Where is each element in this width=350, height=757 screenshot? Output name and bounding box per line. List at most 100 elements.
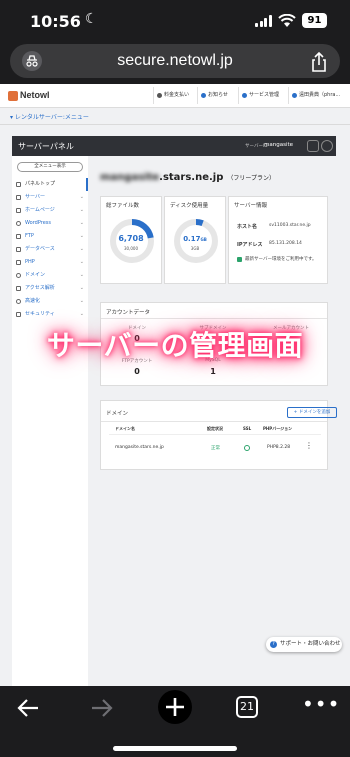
divider [109,434,321,435]
support-button[interactable]: ? サポート・お問い合わせ [266,637,342,652]
notices-button[interactable]: お知らせ [197,87,228,104]
sidebar-item-domain[interactable]: ドメイン ⌄ [12,269,88,282]
help-icon[interactable] [321,140,333,152]
php-version-cell: PHP8.2.28 [267,445,291,450]
sidebar: 全メニュー表示 パネルトップ サーバー ⌄ ホームページ ⌄ WordPress ⌄ … [12,156,88,686]
chevron-down-icon: ⌄ [79,246,84,252]
page-icon [16,208,21,213]
service-management-button[interactable]: サービス管理 [238,87,279,104]
url-text[interactable]: secure.netowl.jp [10,52,340,70]
divider [101,318,327,319]
ftp-account-count: 0 [134,367,140,376]
forward-arrow-icon[interactable] [90,698,114,718]
sidebar-item-security[interactable]: セキュリティ ⌄ [12,308,88,321]
more-menu-icon[interactable]: ••• [302,692,340,716]
domain-status-cell: 正常 [211,446,220,451]
panel-title: サーバーパネル [18,142,74,151]
host-value: sv11003.star.ne.jp [269,223,311,228]
more-options-icon[interactable]: ⋮ [305,442,313,450]
focus-moon-icon: ☾ [85,11,98,27]
server-info-card: サーバー情報 ホスト名 sv11003.star.ne.jp IPアドレス 85… [228,196,328,284]
billing-button[interactable]: 料金支払い [153,87,189,104]
ip-value: 85.131.208.14 [269,241,302,246]
divider [0,124,350,125]
card-title: ドメイン [106,411,129,417]
ssl-status-icon [244,445,250,451]
wifi-icon [278,14,296,27]
page-title: mangasite.stars.ne.jp （フリープラン） [100,172,276,183]
browser-top-bar: 10:56 ☾ 91 secure.netowl.jp [0,0,350,84]
folder-icon[interactable] [307,140,319,152]
main-content: mangasite.stars.ne.jp （フリープラン） 総ファイル数 6,7… [92,156,337,686]
server-status-text: 最新サーバー環境をご利用中です。 [245,257,317,262]
column-header: SSL [243,426,252,431]
site-header: Netowl 料金支払い お知らせ サービス管理 遠田貴典（phra... [0,84,350,108]
chevron-down-icon: ⌄ [79,272,84,278]
add-domain-button[interactable]: + ドメインを追加 [287,407,337,418]
code-icon [16,260,21,265]
cellular-signal-icon [255,15,272,27]
back-arrow-icon[interactable] [16,698,40,718]
sidebar-item-ftp[interactable]: FTP ⌄ [12,230,88,243]
show-all-menu-button[interactable]: 全メニュー表示 [17,162,83,172]
file-count-card: 総ファイル数 6,708 30,000 [100,196,162,284]
wordpress-icon [16,221,21,226]
card-title: ディスク使用量 [170,203,209,209]
shield-icon [16,312,21,317]
sidebar-item-database[interactable]: データベース ⌄ [12,243,88,256]
card-title: アカウントデータ [106,310,151,316]
overlay-caption: サーバーの管理画面 [46,329,304,362]
chevron-down-icon: ⌄ [79,285,84,291]
owl-logo-icon [8,91,18,101]
server-icon [16,195,21,200]
account-button[interactable]: 遠田貴典（phra... [288,87,340,104]
sidebar-item-analytics[interactable]: アクセス解析 ⌄ [12,282,88,295]
column-header: PHPバージョン [263,426,293,431]
sidebar-item-panel-top[interactable]: パネルトップ [12,178,88,191]
chevron-down-icon: ⌄ [79,298,84,304]
sidebar-item-speed[interactable]: 高速化 ⌄ [12,295,88,308]
chevron-down-icon: ⌄ [79,233,84,239]
speed-icon [16,299,21,304]
status-time: 10:56 [30,12,81,31]
disk-usage-value: 0.17GB [183,235,207,243]
home-icon [16,182,21,187]
globe-icon [16,273,21,278]
sidebar-item-homepage[interactable]: ホームページ ⌄ [12,204,88,217]
disk-usage-max: 3GB [190,246,200,251]
file-count-max: 30,000 [124,246,138,251]
web-page: Netowl 料金支払い お知らせ サービス管理 遠田貴典（phra... ▾ … [0,84,350,686]
chart-icon [16,286,21,291]
site-logo[interactable]: Netowl [20,90,50,100]
plan-label: （フリープラン） [227,175,276,182]
chevron-down-icon: ⌄ [79,311,84,317]
sidebar-item-wordpress[interactable]: WordPress ⌄ [12,217,88,230]
ip-label: IPアドレス [237,242,263,248]
sidebar-item-php[interactable]: PHP ⌄ [12,256,88,269]
host-label: ホスト名 [237,224,258,230]
divider [101,421,327,422]
chevron-down-icon: ⌄ [79,194,84,200]
chevron-down-icon: ⌄ [79,207,84,213]
database-icon [16,247,21,252]
share-icon[interactable] [310,52,328,72]
domain-card: ドメイン + ドメインを追加 ドメイン名 設定状況 SSL PHPバージョン m… [100,400,337,470]
card-title: 総ファイル数 [106,203,140,209]
file-count-value: 6,708 [118,234,144,243]
help-icon: ? [270,641,277,648]
server-id: mangasite [264,142,294,148]
column-header: 設定状況 [207,426,223,431]
sidebar-item-server[interactable]: サーバー ⌄ [12,191,88,204]
check-icon [237,257,242,262]
home-indicator [113,746,237,751]
folder-icon [16,234,21,239]
chevron-down-icon: ⌄ [79,220,84,226]
address-bar[interactable]: secure.netowl.jp [10,44,340,78]
column-header: ドメイン名 [115,426,135,431]
tab-count-button[interactable]: 21 [236,696,258,718]
breadcrumb[interactable]: ▾ レンタルサーバー:メニュー [10,112,89,121]
battery-indicator: 91 [302,13,327,28]
domain-name-cell[interactable]: mangasite.stars.ne.jp [115,445,164,450]
database-count: 1 [210,367,216,376]
new-tab-plus-icon[interactable] [158,690,192,724]
